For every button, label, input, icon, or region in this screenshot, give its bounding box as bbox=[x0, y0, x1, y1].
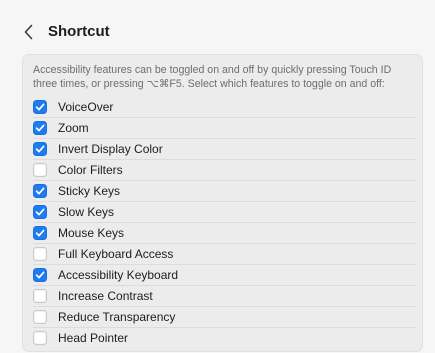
feature-label: Accessibility Keyboard bbox=[58, 268, 179, 282]
feature-row[interactable]: Head Pointer bbox=[23, 328, 422, 349]
checkmark-icon bbox=[35, 103, 45, 111]
checkbox-checked[interactable] bbox=[33, 205, 47, 219]
feature-label: VoiceOver bbox=[58, 100, 114, 114]
checkbox-unchecked[interactable] bbox=[33, 310, 47, 324]
feature-row[interactable]: VoiceOver bbox=[23, 97, 422, 118]
checkbox-unchecked[interactable] bbox=[33, 163, 47, 177]
feature-row[interactable]: Invert Display Color bbox=[23, 139, 422, 160]
feature-label: Slow Keys bbox=[58, 205, 115, 219]
page-title: Shortcut bbox=[48, 23, 110, 40]
feature-label: Mouse Keys bbox=[58, 226, 125, 240]
shortcut-settings-window: Shortcut Accessibility features can be t… bbox=[0, 0, 435, 353]
feature-label: Zoom bbox=[58, 121, 89, 135]
description-text: Accessibility features can be toggled on… bbox=[33, 64, 392, 90]
feature-list: VoiceOver Zoom Invert Display Color Color F… bbox=[23, 97, 422, 349]
feature-row[interactable]: Color Filters bbox=[23, 160, 422, 181]
back-button[interactable] bbox=[20, 22, 36, 42]
feature-row[interactable]: Slow Keys bbox=[23, 202, 422, 223]
checkmark-icon bbox=[35, 208, 45, 216]
checkbox-checked[interactable] bbox=[33, 226, 47, 240]
feature-label: Head Pointer bbox=[58, 331, 129, 345]
checkmark-icon bbox=[35, 187, 45, 195]
checkmark-icon bbox=[35, 145, 45, 153]
checkbox-checked[interactable] bbox=[33, 142, 47, 156]
checkmark-icon bbox=[35, 271, 45, 279]
feature-row[interactable]: Zoom bbox=[23, 118, 422, 139]
checkbox-checked[interactable] bbox=[33, 184, 47, 198]
feature-row[interactable]: Increase Contrast bbox=[23, 286, 422, 307]
feature-label: Increase Contrast bbox=[58, 289, 153, 303]
feature-label: Invert Display Color bbox=[58, 142, 163, 156]
feature-label: Sticky Keys bbox=[58, 184, 121, 198]
feature-label: Color Filters bbox=[58, 163, 123, 177]
checkbox-checked[interactable] bbox=[33, 100, 47, 114]
checkbox-unchecked[interactable] bbox=[33, 247, 47, 261]
feature-label: Reduce Transparency bbox=[58, 310, 176, 324]
checkbox-checked[interactable] bbox=[33, 121, 47, 135]
feature-row[interactable]: Sticky Keys bbox=[23, 181, 422, 202]
feature-row[interactable]: Reduce Transparency bbox=[23, 307, 422, 328]
feature-row[interactable]: Mouse Keys bbox=[23, 223, 422, 244]
shortcut-features-panel: Accessibility features can be toggled on… bbox=[22, 54, 423, 352]
checkbox-unchecked[interactable] bbox=[33, 331, 47, 345]
checkbox-checked[interactable] bbox=[33, 268, 47, 282]
checkmark-icon bbox=[35, 124, 45, 132]
chevron-left-icon bbox=[24, 24, 32, 40]
feature-row[interactable]: Full Keyboard Access bbox=[23, 244, 422, 265]
feature-row[interactable]: Accessibility Keyboard bbox=[23, 265, 422, 286]
checkmark-icon bbox=[35, 229, 45, 237]
checkbox-unchecked[interactable] bbox=[33, 289, 47, 303]
feature-label: Full Keyboard Access bbox=[58, 247, 174, 261]
